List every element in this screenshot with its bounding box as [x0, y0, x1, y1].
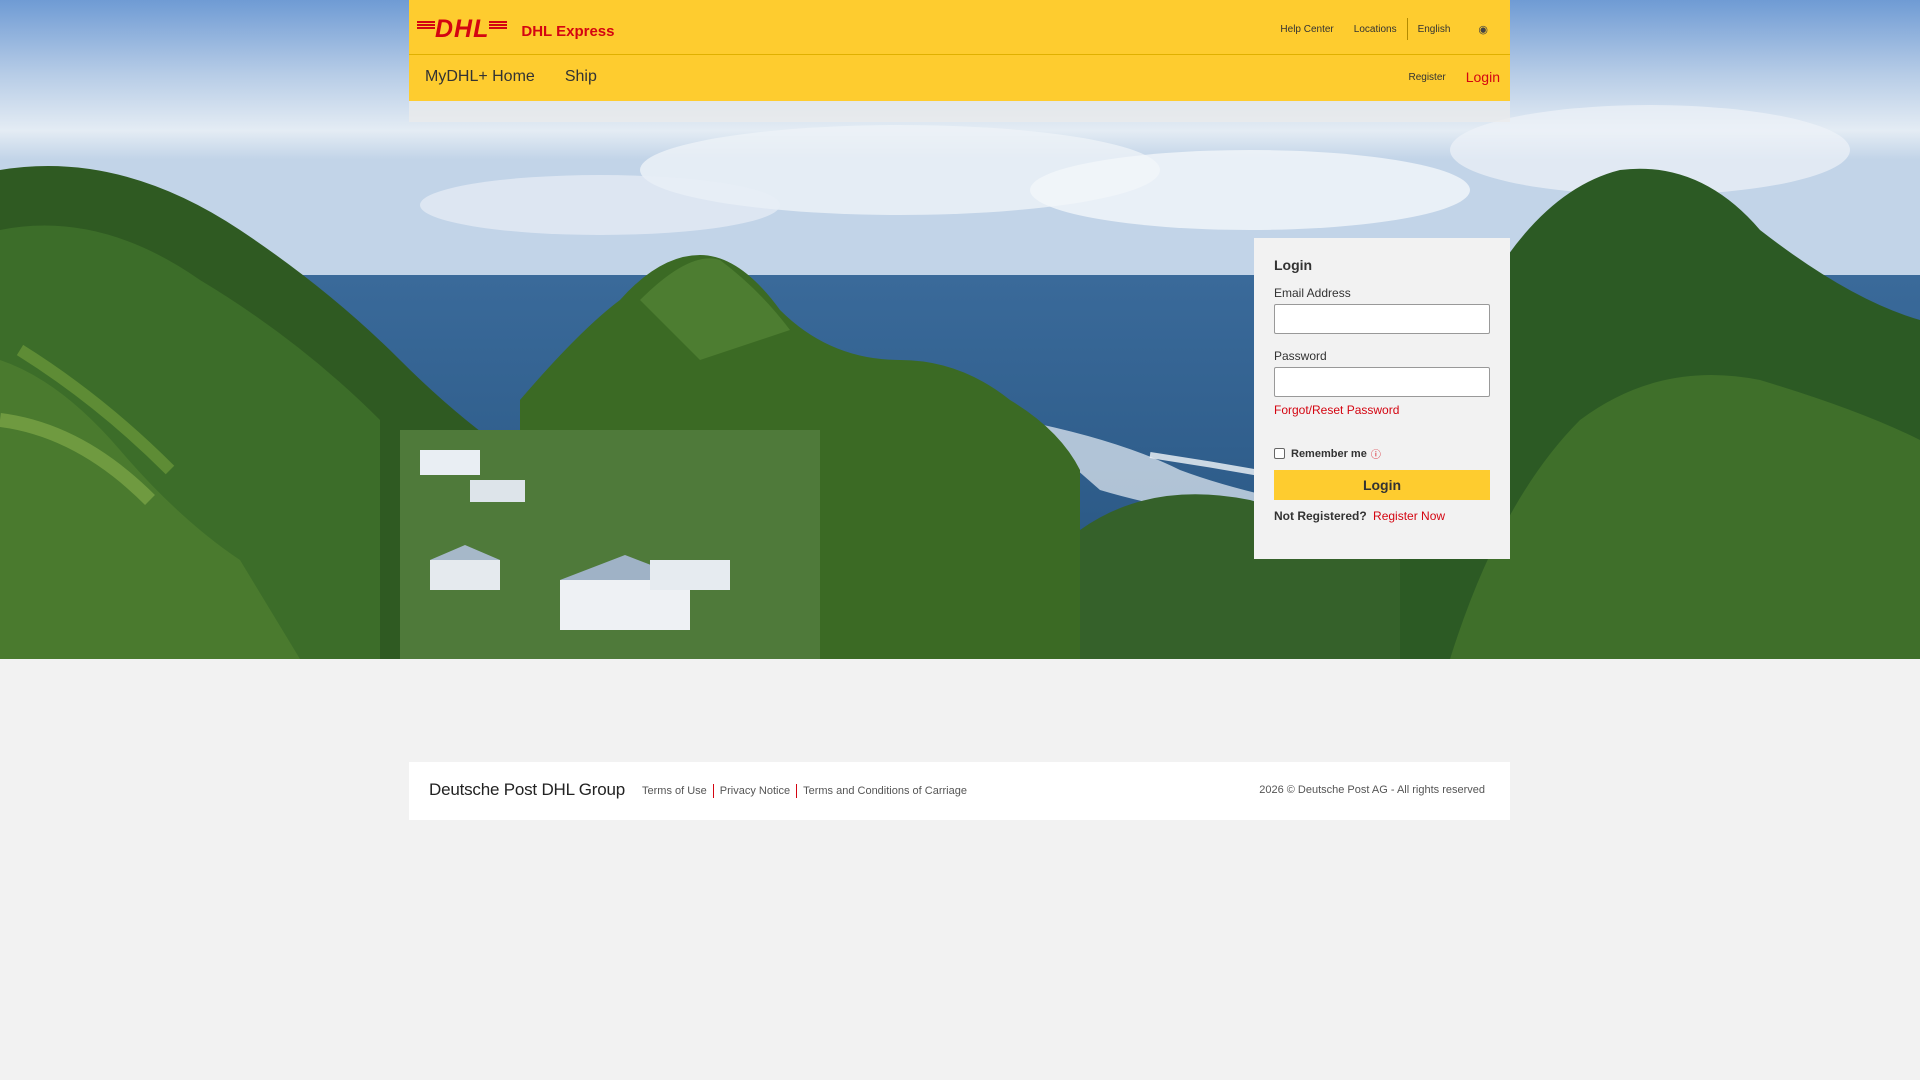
site-header: DHL DHL Express Help Center Locations En…	[409, 0, 1510, 122]
email-field[interactable]	[1274, 304, 1490, 334]
nav-ship[interactable]: Ship	[565, 68, 597, 86]
remember-me-row: Remember me ⓘ	[1274, 446, 1490, 461]
terms-of-carriage-link[interactable]: Terms and Conditions of Carriage	[796, 784, 973, 798]
info-icon[interactable]: ⓘ	[1371, 446, 1381, 461]
house-shape	[420, 450, 480, 475]
help-center-link[interactable]: Help Center	[1270, 24, 1343, 35]
locations-link[interactable]: Locations	[1344, 24, 1407, 35]
login-link[interactable]: Login	[1466, 69, 1500, 85]
privacy-notice-link[interactable]: Privacy Notice	[712, 784, 796, 798]
register-now-link[interactable]: Register Now	[1373, 509, 1445, 523]
password-field[interactable]	[1274, 367, 1490, 397]
main-navigation: MyDHL+ Home Ship Register Login	[409, 55, 1510, 101]
login-button[interactable]: Login	[1274, 470, 1490, 500]
remember-me-checkbox[interactable]	[1274, 448, 1285, 459]
copyright-text: 2026 © Deutsche Post AG - All rights res…	[1259, 784, 1485, 796]
header-sub-strip	[409, 101, 1510, 122]
nav-mydhl-home[interactable]: MyDHL+ Home	[425, 68, 535, 86]
not-registered-label: Not Registered?	[1274, 509, 1367, 523]
footer-brand-logo[interactable]: Deutsche Post DHL Group	[429, 780, 625, 800]
register-link[interactable]: Register	[1408, 72, 1445, 83]
footer-links: Terms of Use Privacy Notice Terms and Co…	[642, 784, 973, 798]
email-label: Email Address	[1274, 286, 1351, 300]
password-label: Password	[1274, 349, 1327, 363]
login-panel: Login Email Address Password Forgot/Rese…	[1254, 238, 1510, 559]
site-footer: Deutsche Post DHL Group Terms of Use Pri…	[409, 762, 1510, 820]
globe-icon[interactable]: ◉	[1460, 23, 1498, 36]
product-name: DHL Express	[521, 22, 615, 40]
forgot-password-link[interactable]: Forgot/Reset Password	[1274, 403, 1490, 417]
not-registered-row: Not Registered? Register Now	[1274, 509, 1490, 523]
remember-me-label[interactable]: Remember me	[1291, 448, 1367, 460]
utility-links: Help Center Locations English ◉	[1270, 18, 1498, 40]
login-title: Login	[1274, 257, 1313, 273]
dhl-logo-mark: DHL	[416, 15, 508, 44]
dhl-logo[interactable]: DHL DHL Express	[416, 15, 615, 44]
language-selector[interactable]: English	[1408, 24, 1461, 35]
header-top-bar: DHL DHL Express Help Center Locations En…	[409, 0, 1510, 55]
terms-of-use-link[interactable]: Terms of Use	[642, 784, 713, 798]
